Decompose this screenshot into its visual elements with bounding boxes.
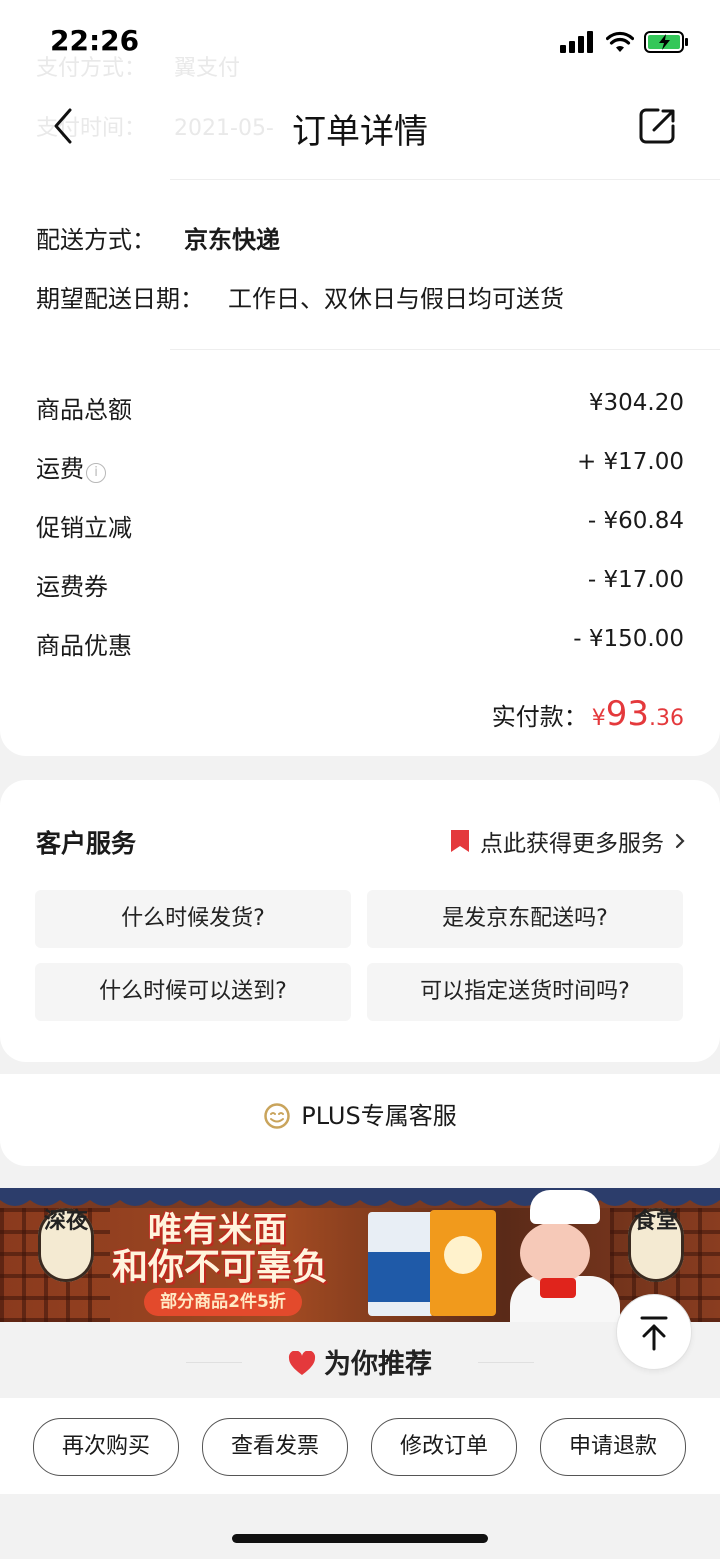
ghost-payment-method-label: 支付方式：	[36, 56, 147, 81]
arrow-up-icon	[640, 1316, 668, 1351]
banner-title-line2: 和你不可辜负	[112, 1247, 329, 1288]
view-invoice-button[interactable]: 查看发票	[202, 1418, 348, 1476]
amount-section: 商品总额 ¥304.20 运费 i + ¥17.00 促销立减 - ¥60.84 …	[0, 350, 720, 756]
chef-face	[520, 1222, 590, 1284]
top-header-area: 支付方式： 翼支付 支付时间： 2021-05- 22:26 订单详情	[0, 0, 720, 180]
question-button[interactable]: 什么时候可以送到?	[35, 963, 351, 1021]
home-indicator	[232, 1534, 488, 1543]
delivery-date-row: 期望配送日期： 工作日、双休日与假日均可送货	[36, 279, 564, 314]
customer-service-title: 客户服务	[36, 829, 137, 858]
smiley-chat-icon	[264, 1103, 291, 1129]
amount-row-total: 商品总额 ¥304.20	[36, 390, 684, 430]
question-button[interactable]: 可以指定送货时间吗?	[367, 963, 683, 1021]
amount-label-wrap: 运费 i	[36, 449, 106, 484]
amount-label: 商品总额	[36, 396, 132, 424]
paid-integer: 93	[605, 694, 649, 734]
amount-label: 商品优惠	[36, 632, 132, 660]
share-icon	[639, 108, 675, 144]
plus-service-section: PLUS专属客服	[0, 1074, 720, 1166]
rice-bag-image	[430, 1210, 496, 1316]
request-refund-button[interactable]: 申请退款	[540, 1418, 686, 1476]
shipping-section: 配送方式： 京东快递 期望配送日期： 工作日、双休日与假日均可送货	[0, 180, 720, 350]
plus-service-label: PLUS专属客服	[301, 1102, 457, 1130]
heart-icon	[288, 1350, 316, 1375]
battery-charging-icon	[644, 31, 688, 53]
chef-hat	[530, 1190, 600, 1224]
amount-value: - ¥60.84	[587, 508, 684, 534]
paid-label: 实付款：	[491, 703, 588, 731]
bottom-area	[0, 1494, 720, 1559]
amount-value: - ¥17.00	[587, 567, 684, 593]
amount-row-shipping-coupon: 运费券 - ¥17.00	[36, 567, 684, 607]
back-to-top-button[interactable]	[616, 1294, 692, 1370]
buy-again-button[interactable]: 再次购买	[33, 1418, 179, 1476]
info-icon[interactable]: i	[86, 463, 106, 483]
status-time: 22:26	[50, 24, 140, 57]
share-button[interactable]	[636, 104, 680, 148]
amount-label: 运费券	[36, 573, 108, 601]
shipping-method-value: 京东快递	[184, 226, 280, 254]
question-button[interactable]: 什么时候发货?	[35, 890, 351, 948]
customer-service-section: 客户服务 点此获得更多服务 什么时候发货? 是发京东配送吗? 什么时候可以送到?…	[0, 780, 720, 1062]
lantern-right: 食堂	[628, 1208, 684, 1282]
rice-bag-image	[368, 1212, 434, 1316]
amount-value: ¥304.20	[588, 390, 684, 416]
ghost-payment-method-value: 翼支付	[174, 56, 241, 81]
more-service-link[interactable]: 点此获得更多服务	[450, 824, 686, 858]
shipping-method-label: 配送方式：	[36, 226, 156, 254]
plus-service-button[interactable]: PLUS专属客服	[0, 1096, 720, 1131]
delivery-date-value: 工作日、双休日与假日均可送货	[228, 285, 564, 313]
amount-value: + ¥17.00	[576, 449, 684, 475]
signal-icon	[560, 31, 593, 53]
amount-row-discount: 商品优惠 - ¥150.00	[36, 626, 684, 666]
amount-value: - ¥150.00	[573, 626, 684, 652]
paid-decimal: .36	[649, 706, 684, 731]
recommend-title: 为你推荐	[0, 1342, 720, 1381]
bookmark-icon	[451, 830, 469, 852]
lantern-left: 深夜	[38, 1208, 94, 1282]
amount-label: 运费	[36, 455, 84, 483]
amount-row-shipping: 运费 i + ¥17.00	[36, 449, 684, 489]
status-icons	[560, 30, 690, 54]
banner-promo-pill: 部分商品2件5折	[144, 1288, 302, 1316]
amount-label: 促销立减	[36, 514, 132, 542]
more-service-label: 点此获得更多服务	[480, 831, 664, 857]
awning-decoration	[0, 1188, 720, 1206]
paid-amount: 实付款： ¥93.36	[492, 694, 684, 734]
recommend-section: 为你推荐	[0, 1322, 720, 1398]
wifi-icon	[606, 31, 634, 52]
recommend-title-text: 为你推荐	[324, 1349, 432, 1380]
question-button[interactable]: 是发京东配送吗?	[367, 890, 683, 948]
delivery-date-label: 期望配送日期：	[36, 285, 204, 313]
modify-order-button[interactable]: 修改订单	[371, 1418, 517, 1476]
order-action-bar: 再次购买 查看发票 修改订单 申请退款	[0, 1398, 720, 1494]
chevron-right-icon	[675, 833, 685, 849]
paid-currency: ¥	[591, 706, 606, 731]
page-title: 订单详情	[292, 112, 428, 152]
chef-scarf	[540, 1278, 576, 1298]
amount-row-promotion: 促销立减 - ¥60.84	[36, 508, 684, 548]
shipping-method-row: 配送方式： 京东快递	[36, 220, 280, 255]
